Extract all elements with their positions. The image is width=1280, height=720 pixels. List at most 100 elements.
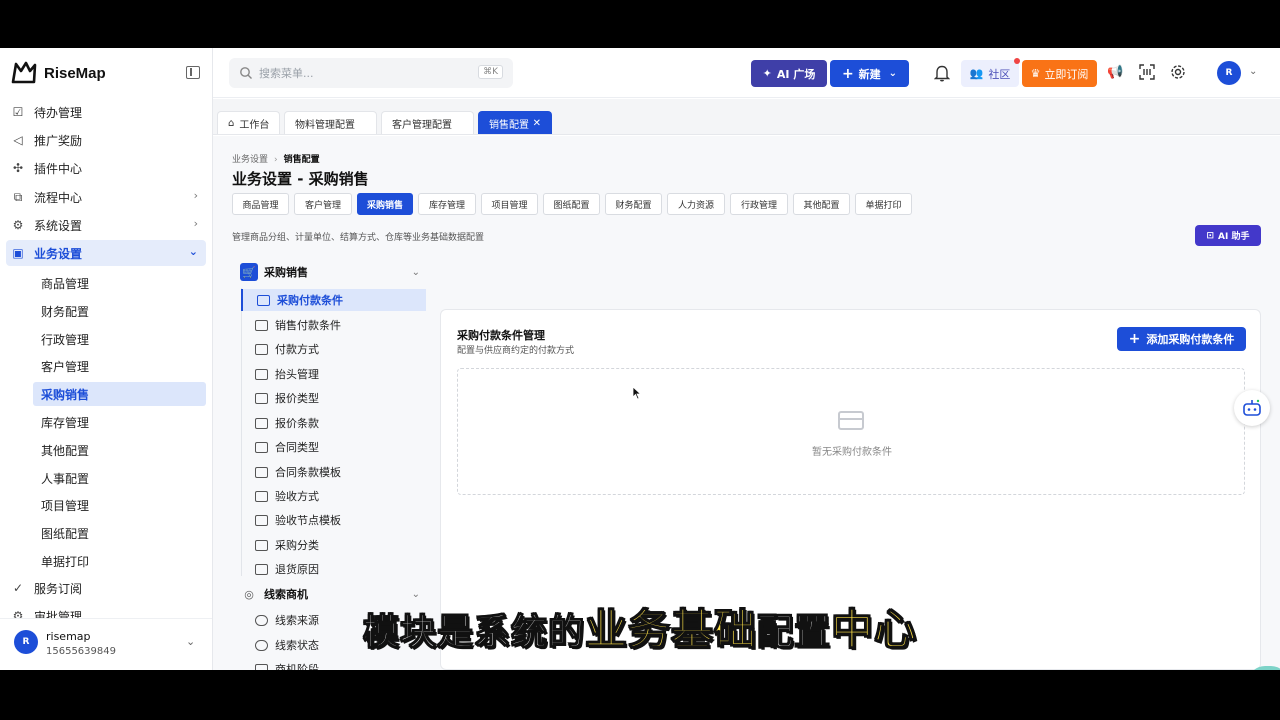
sidebar-sub-item[interactable]: 其他配置: [33, 438, 206, 462]
menu-item[interactable]: 付款方式: [241, 338, 426, 360]
sidebar-item-workflow[interactable]: ⧉ 流程中心 ›: [6, 184, 206, 210]
users-icon: 👥: [969, 67, 984, 80]
tab-project[interactable]: 项目管理: [481, 193, 538, 215]
sidebar-sub-item[interactable]: 客户管理: [33, 354, 206, 378]
stage-icon: [255, 663, 268, 670]
subscribe-button[interactable]: ♛ 立即订阅: [1022, 60, 1097, 87]
card-icon: [255, 343, 268, 355]
checklist-icon: ☑: [12, 105, 24, 119]
sidebar-sub-item[interactable]: 人事配置: [33, 466, 206, 490]
clipboard-icon: [255, 417, 268, 429]
sidebar-sub-item[interactable]: 行政管理: [33, 327, 206, 351]
sidebar-item-label: 待办管理: [34, 105, 83, 120]
contract-icon: [255, 441, 268, 453]
top-header: 搜索菜单... ⌘K ✦ AI 广场 + 新建 ⌄ 👥 社区 ♛ 立即订阅 📢 R ⌄: [213, 48, 1280, 98]
megaphone-icon[interactable]: 📢: [1107, 65, 1123, 80]
tab-inventory[interactable]: 库存管理: [418, 193, 476, 215]
tab-label: 销售配置: [489, 119, 529, 131]
sidebar-item-system-settings[interactable]: ⚙ 系统设置 ›: [6, 212, 206, 238]
flow-icon: ⧉: [13, 189, 23, 204]
tab-admin[interactable]: 行政管理: [730, 193, 788, 215]
tab-label: 客户管理配置: [392, 119, 452, 131]
menu-item[interactable]: 采购分类: [241, 534, 426, 556]
app-window: RiseMap ☑ 待办管理 ◁ 推广奖励 ✣ 插件中心 ⧉ 流程中心 › ⚙ 系统设置 › …: [0, 48, 1280, 670]
sidebar-item-promotion[interactable]: ◁ 推广奖励: [6, 127, 206, 153]
tab-purchase-sales[interactable]: 采购销售: [357, 193, 413, 215]
scroll-icon: [255, 466, 268, 478]
community-button[interactable]: 👥 社区: [961, 60, 1019, 87]
tab-drawing[interactable]: 图纸配置: [543, 193, 600, 215]
robot-icon: [1243, 399, 1261, 416]
robot-icon: ⊡: [1206, 230, 1215, 241]
plus-icon: +: [841, 65, 854, 82]
menu-item-label: 商机阶段: [275, 663, 319, 670]
sidebar-item-todo[interactable]: ☑ 待办管理: [6, 99, 206, 125]
app-name: RiseMap: [44, 64, 106, 82]
page-title: 业务设置 - 采购销售: [232, 170, 369, 188]
sidebar-item-label: 系统设置: [34, 218, 83, 233]
menu-item[interactable]: 验收节点模板: [241, 509, 426, 531]
search-input[interactable]: 搜索菜单... ⌘K: [229, 58, 513, 88]
chevron-down-icon[interactable]: ⌄: [1249, 66, 1257, 77]
tab-customer[interactable]: 客户管理: [294, 193, 352, 215]
menu-item[interactable]: 商机阶段: [241, 658, 426, 670]
menu-item-label: 退货原因: [275, 563, 319, 576]
new-label: 新建: [858, 67, 881, 81]
menu-item-active[interactable]: 采购付款条件: [241, 289, 426, 311]
empty-state: 暂无采购付款条件: [457, 368, 1245, 495]
tab-hr[interactable]: 人力资源: [667, 193, 725, 215]
sidebar-sub-item[interactable]: 项目管理: [33, 493, 206, 517]
breadcrumb: 业务设置 › 销售配置: [232, 155, 320, 165]
menu-item[interactable]: 报价类型: [241, 387, 426, 409]
add-payment-term-button[interactable]: + 添加采购付款条件: [1117, 327, 1246, 351]
undo-icon: [255, 563, 268, 575]
bell-icon[interactable]: [934, 64, 950, 82]
menu-group-purchase-sales[interactable]: 🛒 采购销售 ⌄: [240, 260, 428, 284]
sidebar-sub-item-active[interactable]: 采购销售: [33, 382, 206, 406]
logo[interactable]: RiseMap: [10, 58, 106, 88]
menu-item[interactable]: 报价条款: [241, 412, 426, 434]
tab-finance[interactable]: 财务配置: [605, 193, 662, 215]
sidebar-sub-item[interactable]: 库存管理: [33, 410, 206, 434]
tab-material-config[interactable]: 物料管理配置: [284, 111, 377, 134]
notification-dot: [1014, 58, 1020, 64]
main-content: 业务设置 › 销售配置 业务设置 - 采购销售 商品管理 客户管理 采购销售 库存管…: [213, 136, 1280, 670]
avatar[interactable]: R: [1217, 61, 1241, 85]
menu-item[interactable]: 退货原因: [241, 558, 426, 580]
check-circle-icon: ✓: [12, 581, 24, 595]
ai-robot-float-button[interactable]: [1234, 390, 1270, 426]
menu-item[interactable]: 抬头管理: [241, 363, 426, 385]
tab-workbench[interactable]: ⌂ 工作台: [217, 111, 280, 134]
tab-product[interactable]: 商品管理: [232, 193, 289, 215]
sidebar-item-plugins[interactable]: ✣ 插件中心: [6, 155, 206, 181]
menu-item[interactable]: 销售付款条件: [241, 314, 426, 336]
tab-print[interactable]: 单据打印: [855, 193, 912, 215]
scan-icon[interactable]: [1139, 64, 1155, 80]
risemap-logo-icon: [11, 61, 37, 84]
tab-other[interactable]: 其他配置: [793, 193, 850, 215]
menu-item[interactable]: 验收方式: [241, 485, 426, 507]
menu-item-label: 验收方式: [275, 490, 319, 503]
menu-item[interactable]: 合同类型: [241, 436, 426, 458]
close-icon[interactable]: ✕: [533, 118, 541, 129]
page-description: 管理商品分组、计量单位、结算方式、仓库等业务基础数据配置: [232, 233, 485, 243]
crown-icon: ♛: [1030, 67, 1041, 80]
sidebar-sub-item[interactable]: 商品管理: [33, 271, 206, 295]
sidebar-item-business-settings[interactable]: ▣ 业务设置 ⌄: [6, 240, 206, 266]
sidebar-sub-item[interactable]: 财务配置: [33, 299, 206, 323]
menu-item-label: 验收节点模板: [275, 514, 341, 527]
new-button[interactable]: + 新建 ⌄: [830, 60, 909, 87]
gear-icon[interactable]: [1170, 64, 1186, 80]
ai-helper-button[interactable]: ⊡ AI 助手: [1195, 225, 1261, 246]
ai-plaza-button[interactable]: ✦ AI 广场: [751, 60, 827, 87]
menu-item-label: 采购付款条件: [277, 294, 343, 307]
sidebar-sub-item[interactable]: 图纸配置: [33, 521, 206, 545]
sidebar-collapse-icon[interactable]: [186, 66, 200, 79]
tab-customer-config[interactable]: 客户管理配置: [381, 111, 474, 134]
sidebar-sub-item[interactable]: 单据打印: [33, 549, 206, 573]
breadcrumb-parent[interactable]: 业务设置: [232, 155, 268, 165]
menu-item[interactable]: 合同条款模板: [241, 461, 426, 483]
subtitle-text: 模块是系统的: [362, 611, 585, 653]
tab-sales-config[interactable]: 销售配置 ✕: [478, 111, 552, 134]
layers-icon: [255, 539, 268, 551]
